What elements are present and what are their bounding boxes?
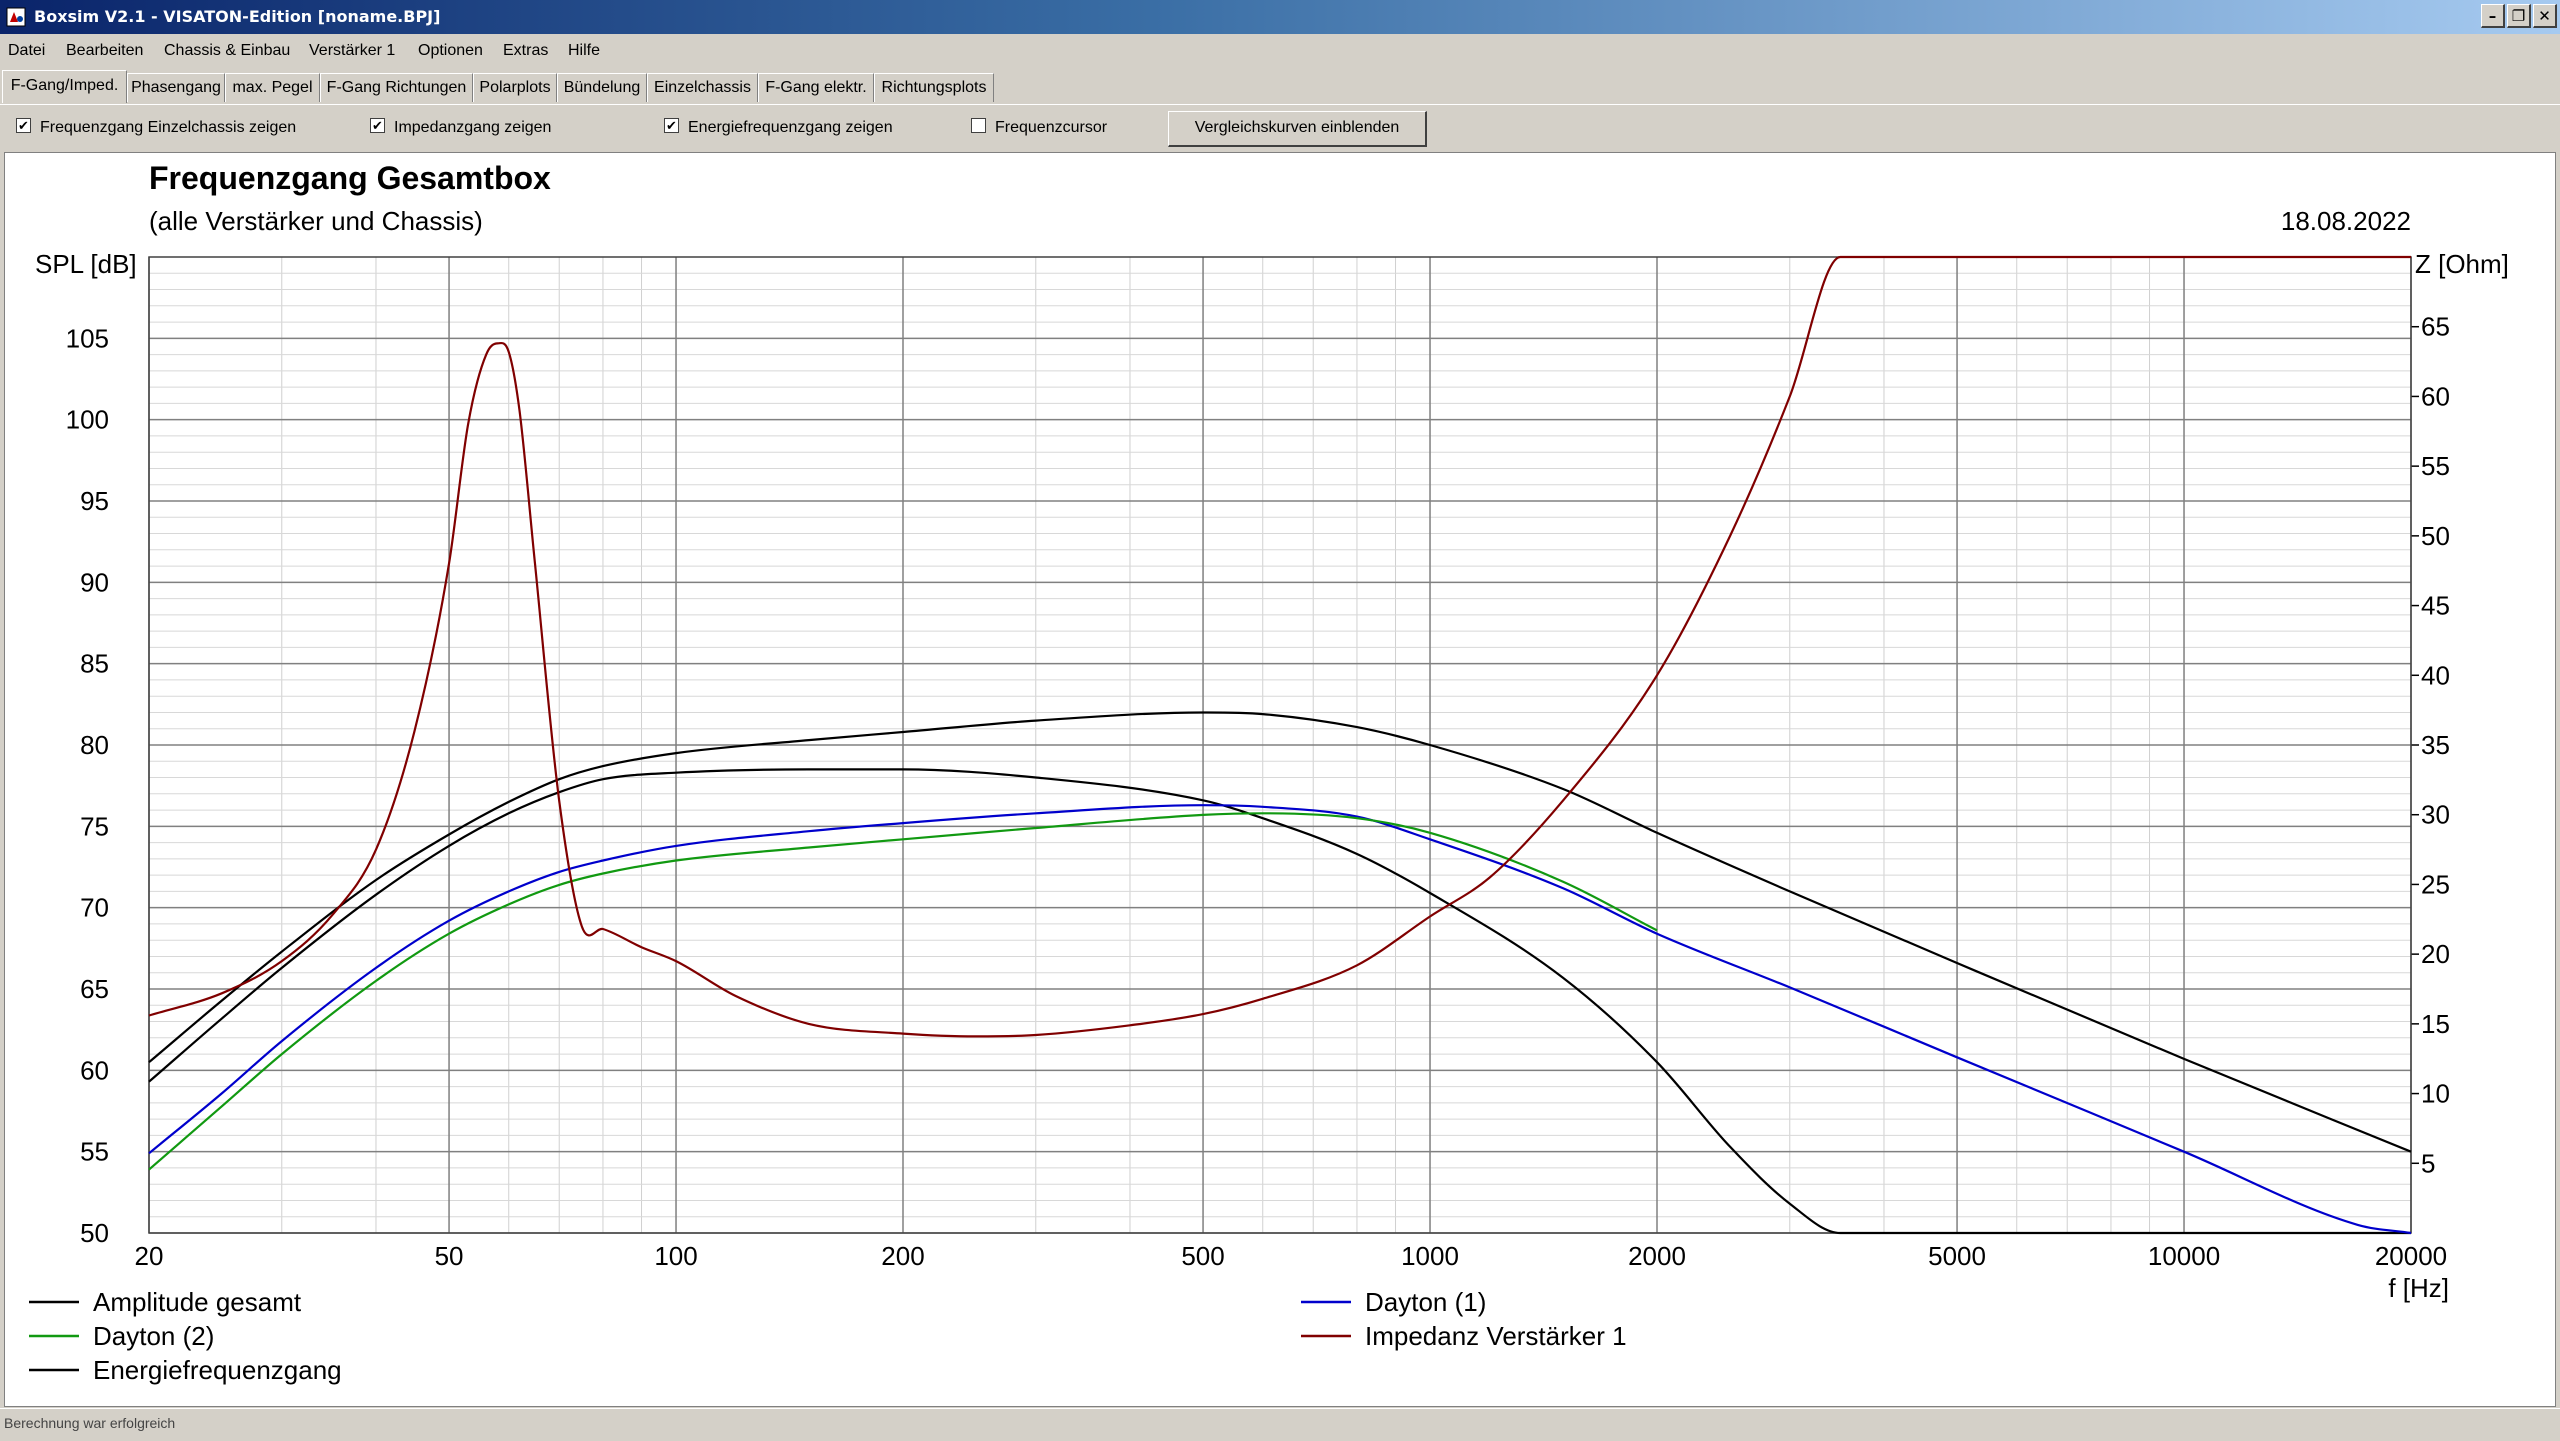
- y-tick-label: 85: [80, 649, 109, 679]
- checkbox-label: Impedanzgang zeigen: [394, 119, 552, 136]
- y-tick-label: 80: [80, 730, 109, 760]
- x-tick-label: 2000: [1628, 1241, 1686, 1271]
- x-tick-label: 200: [881, 1241, 924, 1271]
- checkbox-box[interactable]: ✔: [664, 118, 679, 134]
- tab-f-gang-richtungen[interactable]: F-Gang Richtungen: [320, 73, 473, 102]
- status-bar: Berechnung war erfolgreich: [0, 1408, 2560, 1441]
- menu-optionen[interactable]: Optionen: [418, 42, 483, 60]
- chart-title: Frequenzgang Gesamtbox: [149, 160, 551, 196]
- close-icon: ✕: [2538, 7, 2551, 25]
- y2-tick-label: 40: [2421, 660, 2450, 690]
- y-tick-label: 50: [80, 1218, 109, 1248]
- y2-tick-label: 10: [2421, 1079, 2450, 1109]
- checkbox-impedanzgang[interactable]: ✔ Impedanzgang zeigen: [370, 118, 552, 137]
- tab-polarplots[interactable]: Polarplots: [473, 73, 557, 102]
- close-button[interactable]: ✕: [2533, 4, 2557, 28]
- y2-tick-label: 50: [2421, 521, 2450, 551]
- y-tick-label: 55: [80, 1137, 109, 1167]
- frequency-response-chart: 20 50 100 200 500 1000 2000 5000 10000 20000 50 55 6…: [29, 160, 2509, 1385]
- y-tick-label: 70: [80, 893, 109, 923]
- y-tick-label: 95: [80, 486, 109, 516]
- y2-tick-label: 35: [2421, 730, 2450, 760]
- checkbox-box[interactable]: ✔: [16, 118, 31, 134]
- y-tick-label: 90: [80, 567, 109, 597]
- chart-subtitle: (alle Verstärker und Chassis): [149, 206, 483, 236]
- checkbox-frequenzcursor[interactable]: Frequenzcursor: [971, 118, 1108, 137]
- checkbox-energiefrequenzgang[interactable]: ✔ Energiefrequenzgang zeigen: [664, 118, 893, 137]
- checkbox-box[interactable]: ✔: [370, 118, 385, 134]
- chart-panel: 20 50 100 200 500 1000 2000 5000 10000 20000 50 55 6…: [4, 152, 2556, 1407]
- checkbox-label: Energiefrequenzgang zeigen: [688, 119, 893, 136]
- x-tick-label: 100: [654, 1241, 697, 1271]
- x-tick-label: 20: [135, 1241, 164, 1271]
- legend-label: Dayton (1): [1365, 1287, 1486, 1317]
- menu-verstaerker-1[interactable]: Verstärker 1: [309, 42, 395, 60]
- x-tick-label: 50: [435, 1241, 464, 1271]
- y-tick-label: 65: [80, 974, 109, 1004]
- checkbox-label: Frequenzcursor: [995, 119, 1108, 136]
- y2-tick-label: 65: [2421, 312, 2450, 342]
- y2-tick-label: 30: [2421, 800, 2450, 830]
- x-tick-label: 20000: [2375, 1241, 2447, 1271]
- tab-strip: F-Gang/Imped. Phasengang max. Pegel F-Ga…: [0, 70, 2560, 104]
- x-tick-label: 1000: [1401, 1241, 1459, 1271]
- tab-buendelung[interactable]: Bündelung: [557, 73, 647, 102]
- y-tick-label: 105: [66, 323, 109, 353]
- chart-date: 18.08.2022: [2281, 206, 2411, 236]
- y-tick-label: 75: [80, 811, 109, 841]
- title-bar: Boxsim V2.1 - VISATON-Edition [noname.BP…: [0, 0, 2560, 34]
- legend-label: Amplitude gesamt: [93, 1287, 302, 1317]
- minimize-button[interactable]: –: [2481, 4, 2505, 28]
- y2-tick-label: 15: [2421, 1009, 2450, 1039]
- x-tick-label: 5000: [1928, 1241, 1986, 1271]
- restore-icon: ❐: [2511, 7, 2526, 25]
- menu-datei[interactable]: Datei: [8, 42, 45, 60]
- boxsim-app-icon: [6, 7, 26, 27]
- checkbox-frequenzgang-einzelchassis[interactable]: ✔ Frequenzgang Einzelchassis zeigen: [16, 118, 297, 137]
- tab-phasengang[interactable]: Phasengang: [127, 73, 225, 102]
- checkbox-box[interactable]: [971, 118, 986, 134]
- vergleichskurven-button[interactable]: Vergleichskurven einblenden: [1168, 111, 1427, 147]
- menu-hilfe[interactable]: Hilfe: [568, 42, 600, 60]
- y-tick-label: 60: [80, 1055, 109, 1085]
- menu-bar: Datei Bearbeiten Chassis & Einbau Verstä…: [0, 34, 2560, 70]
- menu-bearbeiten[interactable]: Bearbeiten: [66, 42, 143, 60]
- legend-label: Energiefrequenzgang: [93, 1355, 342, 1385]
- y2-tick-label: 5: [2421, 1148, 2435, 1178]
- y2-tick-label: 45: [2421, 591, 2450, 621]
- legend: Amplitude gesamt Dayton (1) Dayton (2) Impe…: [29, 1287, 1627, 1385]
- y2-tick-label: 25: [2421, 869, 2450, 899]
- tab-richtungsplots[interactable]: Richtungsplots: [874, 73, 994, 102]
- options-bar: ✔ Frequenzgang Einzelchassis zeigen ✔ Impe…: [0, 104, 2560, 153]
- minimize-icon: –: [2488, 7, 2497, 25]
- tab-einzelchassis[interactable]: Einzelchassis: [647, 73, 758, 102]
- legend-label: Impedanz Verstärker 1: [1365, 1321, 1627, 1351]
- tab-max-pegel[interactable]: max. Pegel: [225, 73, 320, 102]
- x-tick-label: 500: [1181, 1241, 1224, 1271]
- y2-tick-label: 60: [2421, 381, 2450, 411]
- x-tick-label: 10000: [2148, 1241, 2220, 1271]
- y-tick-label: 100: [66, 405, 109, 435]
- restore-button[interactable]: ❐: [2507, 4, 2531, 28]
- tab-f-gang-imped[interactable]: F-Gang/Imped.: [2, 70, 127, 103]
- y2-tick-label: 55: [2421, 451, 2450, 481]
- menu-chassis-einbau[interactable]: Chassis & Einbau: [164, 42, 290, 60]
- y2-tick-label: 20: [2421, 939, 2450, 969]
- window-title: Boxsim V2.1 - VISATON-Edition [noname.BP…: [34, 7, 441, 26]
- x-axis-label: f [Hz]: [2388, 1273, 2449, 1303]
- tab-f-gang-elektr[interactable]: F-Gang elektr.: [758, 73, 874, 102]
- legend-label: Dayton (2): [93, 1321, 214, 1351]
- y2-axis-label: Z [Ohm]: [2415, 249, 2509, 279]
- status-text: Berechnung war erfolgreich: [4, 1415, 176, 1431]
- checkbox-label: Frequenzgang Einzelchassis zeigen: [40, 119, 297, 136]
- y-axis-label: SPL [dB]: [35, 249, 137, 279]
- menu-extras[interactable]: Extras: [503, 42, 548, 60]
